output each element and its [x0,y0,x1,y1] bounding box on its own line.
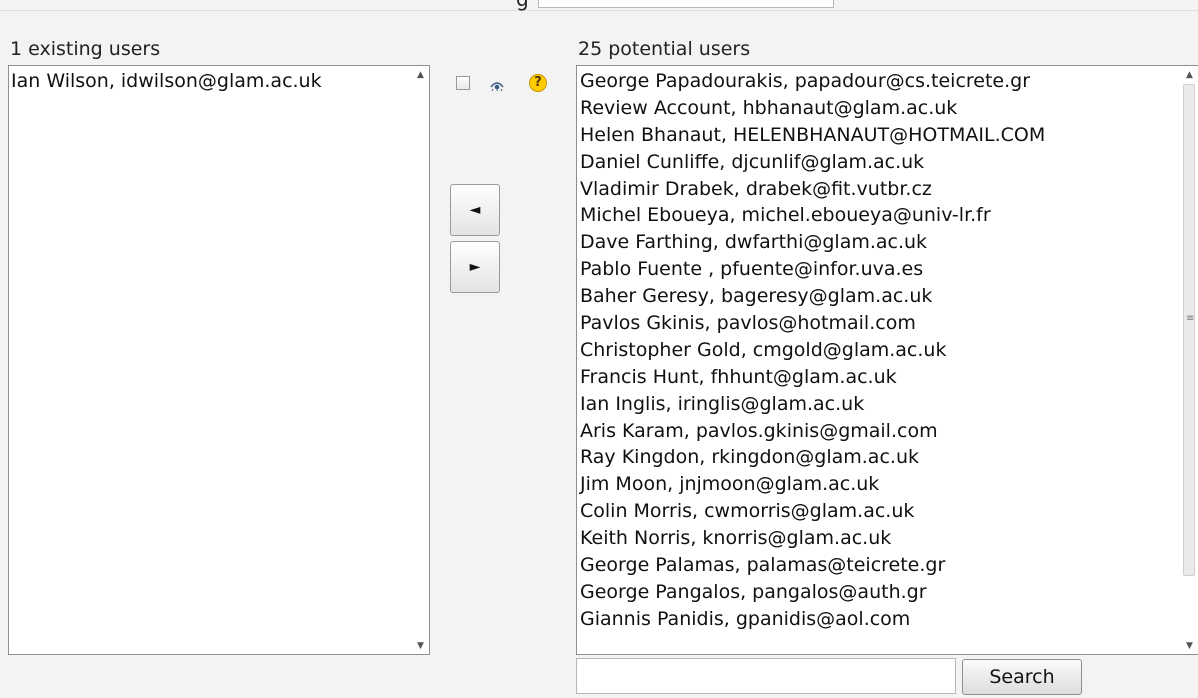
list-item[interactable]: Daniel Cunliffe, djcunlif@glam.ac.uk [577,149,1180,176]
existing-users-heading: 1 existing users [10,38,161,60]
scroll-down-icon[interactable]: ▼ [412,637,429,654]
list-item[interactable]: Ray Kingdon, rkingdon@glam.ac.uk [577,444,1180,471]
list-item[interactable]: Jim Moon, jnjmoon@glam.ac.uk [577,471,1180,498]
top-form-fragment: g [0,0,1198,11]
list-item[interactable]: George Papadourakis, papadour@cs.teicret… [577,68,1180,95]
list-item[interactable]: Ian Inglis, iringlis@glam.ac.uk [577,391,1180,418]
scroll-up-icon[interactable]: ▲ [412,66,429,83]
list-item[interactable]: Dave Farthing, dwfarthi@glam.ac.uk [577,229,1180,256]
top-label-fragment: g [516,0,529,9]
list-item[interactable]: Review Account, hbhanaut@glam.ac.uk [577,95,1180,122]
list-item[interactable]: Vladimir Drabek, drabek@fit.vutbr.cz [577,176,1180,203]
list-item[interactable]: Keith Norris, knorris@glam.ac.uk [577,525,1180,552]
potential-users-list: George Papadourakis, papadour@cs.teicret… [577,66,1180,654]
visibility-checkbox[interactable] [456,76,470,90]
help-icon[interactable]: ? [529,74,547,92]
list-item[interactable]: Colin Morris, cwmorris@glam.ac.uk [577,498,1180,525]
user-search-input[interactable] [576,658,956,694]
potential-users-listbox[interactable]: George Papadourakis, papadour@cs.teicret… [576,65,1198,655]
list-item[interactable]: Michel Eboueya, michel.eboueya@univ-lr.f… [577,202,1180,229]
list-item[interactable]: Christopher Gold, cmgold@glam.ac.uk [577,337,1180,364]
eye-icon [490,82,504,91]
scroll-grip-icon: ≡ [1186,313,1195,324]
add-user-button[interactable]: ◄ [450,184,500,236]
remove-user-button[interactable]: ► [450,241,500,293]
list-item[interactable]: Aris Karam, pavlos.gkinis@gmail.com [577,418,1180,445]
list-item[interactable]: Ian Wilson, idwilson@glam.ac.uk [9,68,411,95]
search-button[interactable]: Search [962,659,1082,695]
list-item[interactable]: Francis Hunt, fhhunt@glam.ac.uk [577,364,1180,391]
scroll-down-icon[interactable]: ▼ [1181,637,1198,654]
existing-users-list: Ian Wilson, idwilson@glam.ac.uk [9,66,411,654]
list-item[interactable]: Helen Bhanaut, HELENBHANAUT@HOTMAIL.COM [577,122,1180,149]
scroll-up-icon[interactable]: ▲ [1181,66,1198,83]
existing-users-scrollbar[interactable]: ▲ ▼ [412,66,429,654]
list-item[interactable]: George Palamas, palamas@teicrete.gr [577,552,1180,579]
list-item[interactable]: Giannis Panidis, gpanidis@aol.com [577,606,1180,633]
potential-users-heading: 25 potential users [578,38,751,60]
list-item[interactable]: Baher Geresy, bageresy@glam.ac.uk [577,283,1180,310]
scroll-thumb[interactable]: ≡ [1183,84,1195,576]
existing-users-listbox[interactable]: Ian Wilson, idwilson@glam.ac.uk ▲ ▼ [8,65,430,655]
top-input-fragment[interactable] [538,0,834,8]
list-item[interactable]: Pablo Fuente , pfuente@infor.uva.es [577,256,1180,283]
list-item[interactable]: George Pangalos, pangalos@auth.gr [577,579,1180,606]
role-assignment-page: g 1 existing users Ian Wilson, idwilson@… [0,0,1198,698]
potential-users-scrollbar[interactable]: ▲ ≡ ▼ [1181,66,1198,654]
list-item[interactable]: Pavlos Gkinis, pavlos@hotmail.com [577,310,1180,337]
